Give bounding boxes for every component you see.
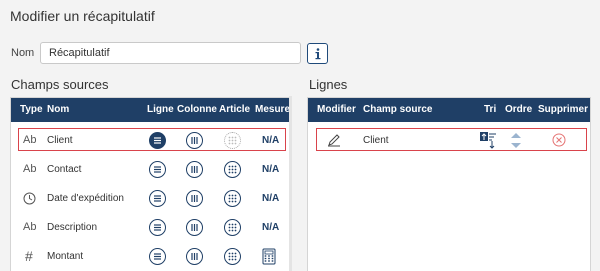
move-up-icon[interactable] xyxy=(511,132,521,138)
source-field-name: Montant xyxy=(47,250,84,262)
add-as-column-button[interactable] xyxy=(186,218,203,236)
add-as-article-button[interactable] xyxy=(224,160,241,178)
col-type: Type xyxy=(20,104,43,115)
hash-icon: # xyxy=(25,248,33,264)
sort-ascending-icon xyxy=(480,132,496,149)
source-field-row[interactable]: Ab Description N/A xyxy=(11,215,289,239)
col-colonne: Colonne xyxy=(177,104,217,115)
col-order: Ordre xyxy=(505,104,533,115)
add-as-column-button[interactable] xyxy=(186,131,203,149)
add-as-line-button[interactable] xyxy=(149,218,166,236)
add-as-article-button[interactable] xyxy=(224,218,241,236)
col-article: Article xyxy=(219,104,251,115)
calculator-icon[interactable] xyxy=(262,244,276,268)
dialog: Modifier un récapitulatif Nom Champs sou… xyxy=(0,0,600,271)
source-field-row[interactable]: Ab Client N/A xyxy=(11,128,289,152)
sources-section-title: Champs sources xyxy=(11,77,109,92)
measure-value: N/A xyxy=(262,192,280,204)
dialog-title: Modifier un récapitulatif xyxy=(10,8,155,24)
add-as-article-button[interactable] xyxy=(224,247,241,265)
clock-icon xyxy=(23,186,36,210)
lines-table: Modifier Champ source Tri Ordre Supprime… xyxy=(307,97,591,271)
measure-value: N/A xyxy=(262,134,280,146)
col-mesure: Mesure xyxy=(255,104,290,115)
lines-section-title: Lignes xyxy=(309,77,348,92)
add-as-line-button[interactable] xyxy=(149,247,166,265)
add-as-column-button[interactable] xyxy=(186,247,203,265)
col-modifier: Modifier xyxy=(317,104,356,115)
col-delete: Supprimer xyxy=(538,104,589,115)
col-name: Nom xyxy=(47,104,70,115)
col-ligne: Ligne xyxy=(147,104,174,115)
line-field-name: Client xyxy=(363,134,389,146)
measure-value: N/A xyxy=(262,221,280,233)
add-as-column-button[interactable] xyxy=(186,160,203,178)
add-as-line-button[interactable] xyxy=(149,131,166,149)
source-scrollbar[interactable] xyxy=(289,96,292,271)
source-field-name: Contact xyxy=(47,163,82,175)
add-as-line-button[interactable] xyxy=(149,160,166,178)
line-row[interactable]: Client xyxy=(308,128,590,152)
move-down-icon[interactable] xyxy=(511,142,521,148)
source-field-row[interactable]: Ab Contact N/A xyxy=(11,157,289,181)
add-as-line-button[interactable] xyxy=(149,189,166,207)
col-sort: Tri xyxy=(484,104,497,115)
name-input[interactable] xyxy=(40,42,301,64)
add-as-article-button[interactable] xyxy=(224,189,241,207)
delete-button[interactable] xyxy=(552,128,566,152)
info-button[interactable] xyxy=(307,43,328,64)
source-field-row[interactable]: Date d'expédition N/A xyxy=(11,186,289,210)
info-icon xyxy=(315,47,320,59)
pencil-icon xyxy=(328,134,340,147)
add-as-article-button xyxy=(224,131,241,149)
order-controls xyxy=(511,128,521,152)
sort-button[interactable] xyxy=(479,128,497,152)
edit-button[interactable] xyxy=(327,128,341,152)
name-label: Nom xyxy=(11,47,35,59)
source-field-name: Client xyxy=(47,134,73,146)
source-fields-table: Type Nom Ligne Colonne Article Mesure Ab… xyxy=(10,97,290,271)
delete-icon xyxy=(552,133,566,147)
text-type-icon: Ab xyxy=(23,134,37,146)
source-field-row[interactable]: # Montant xyxy=(11,244,289,268)
source-field-name: Date d'expédition xyxy=(47,192,124,204)
source-fields-header: Type Nom Ligne Colonne Article Mesure xyxy=(11,98,289,122)
source-field-name: Description xyxy=(47,221,98,233)
measure-value: N/A xyxy=(262,163,280,175)
text-type-icon: Ab xyxy=(23,163,37,175)
col-source-field: Champ source xyxy=(363,104,433,115)
lines-header: Modifier Champ source Tri Ordre Supprime… xyxy=(308,98,590,122)
add-as-column-button[interactable] xyxy=(186,189,203,207)
text-type-icon: Ab xyxy=(23,221,37,233)
